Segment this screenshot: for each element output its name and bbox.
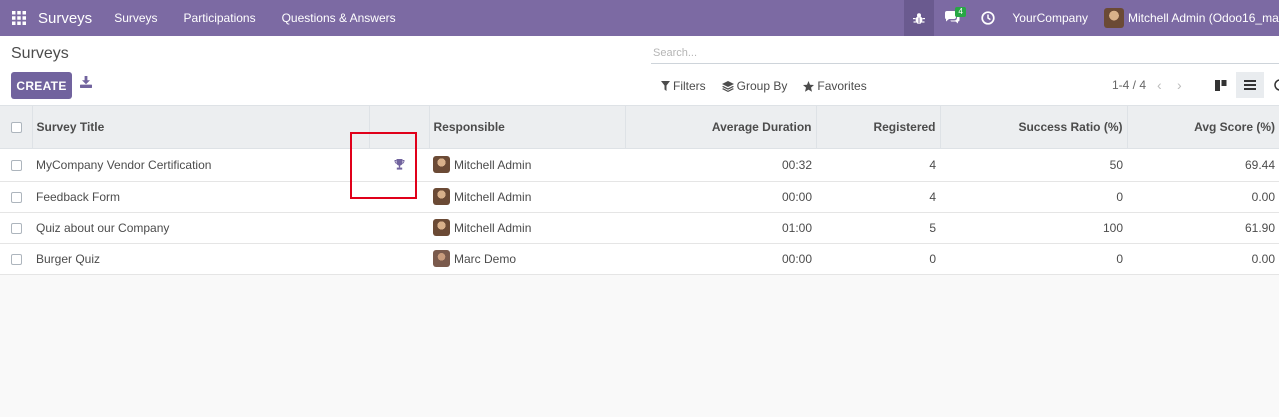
survey-title[interactable]: Quiz about our Company [32, 212, 369, 243]
responsible-avatar [433, 250, 450, 267]
groupby-button[interactable]: Group By [721, 79, 788, 93]
responsible-name: Mitchell Admin [454, 157, 532, 172]
table-row[interactable]: Quiz about our Company Mitchell Admin 01… [0, 212, 1279, 243]
favorites-button[interactable]: Favorites [803, 79, 867, 93]
certification-cell [369, 181, 429, 212]
table-row[interactable]: MyCompany Vendor Certification Mitchell … [0, 148, 1279, 181]
row-checkbox[interactable] [11, 159, 22, 171]
bug-icon[interactable] [904, 0, 935, 36]
success-ratio: 0 [1116, 189, 1123, 204]
survey-title[interactable]: MyCompany Vendor Certification [32, 148, 369, 181]
registered-count: 5 [929, 220, 936, 235]
control-panel: Surveys CREATE Filters Group By Favorite… [0, 36, 1279, 106]
registered-count: 4 [929, 189, 936, 204]
responsible-cell: Mitchell Admin [429, 212, 625, 243]
message-count-badge: 4 [955, 7, 966, 17]
menu-participations[interactable]: Participations [184, 11, 256, 25]
filter-icon [661, 81, 670, 91]
registered-count: 4 [929, 157, 936, 172]
avg-score: 69.44 [1244, 157, 1275, 172]
certification-cell [369, 212, 429, 243]
survey-title[interactable]: Burger Quiz [32, 243, 369, 274]
company-switcher[interactable]: YourCompany [1012, 11, 1088, 25]
clock-icon[interactable] [970, 0, 1006, 36]
table-row[interactable]: Burger Quiz Marc Demo 00:00 0 0 0.00 [0, 243, 1279, 274]
apps-grid-icon[interactable] [0, 0, 38, 36]
average-duration: 01:00 [781, 220, 812, 235]
row-checkbox[interactable] [11, 253, 22, 265]
select-all-cell [0, 106, 33, 149]
top-navbar: Surveys Surveys Participations Questions… [0, 0, 1279, 36]
trophy-icon [393, 159, 405, 170]
menu-questions-answers[interactable]: Questions & Answers [282, 11, 396, 25]
favorites-label: Favorites [817, 79, 867, 93]
registered-count: 0 [929, 251, 936, 266]
responsible-name: Mitchell Admin [454, 220, 532, 235]
pager-value[interactable]: 1-4 / 4 [1112, 78, 1146, 92]
app-brand[interactable]: Surveys [38, 10, 92, 27]
create-button[interactable]: CREATE [11, 72, 72, 99]
page-title: Surveys [11, 45, 69, 62]
user-name: Mitchell Admin (Odoo16_ma [1128, 11, 1279, 25]
chat-icon[interactable]: 4 [934, 0, 970, 36]
menu-surveys[interactable]: Surveys [114, 11, 157, 25]
activity-view-icon[interactable] [1266, 72, 1279, 98]
table-header: Survey Title Responsible Average Duratio… [0, 106, 1279, 149]
kanban-view-icon[interactable] [1207, 72, 1235, 98]
survey-title[interactable]: Feedback Form [32, 181, 369, 212]
surveys-table: Survey Title Responsible Average Duratio… [0, 106, 1279, 275]
average-duration: 00:00 [781, 251, 812, 266]
responsible-cell: Marc Demo [429, 243, 625, 274]
search-options: Filters Group By Favorites [661, 79, 883, 93]
list-view-icon[interactable] [1236, 72, 1264, 98]
responsible-name: Marc Demo [454, 251, 517, 266]
column-avg-score[interactable]: Avg Score (%) [1127, 106, 1279, 149]
user-menu[interactable]: Mitchell Admin (Odoo16_ma [1104, 8, 1279, 28]
row-select-cell [0, 212, 32, 243]
star-icon [803, 80, 815, 92]
column-average-duration[interactable]: Average Duration [625, 106, 817, 149]
column-responsible[interactable]: Responsible [429, 106, 626, 149]
row-select-cell [0, 243, 32, 274]
row-checkbox[interactable] [11, 191, 22, 203]
groupby-label: Group By [736, 79, 788, 93]
row-checkbox[interactable] [11, 222, 22, 234]
pager-previous-icon[interactable]: ‹ [1157, 77, 1162, 93]
column-certification [369, 106, 430, 149]
responsible-name: Mitchell Admin [454, 189, 532, 204]
avg-score: 61.90 [1244, 220, 1275, 235]
responsible-cell: Mitchell Admin [429, 181, 625, 212]
filters-button[interactable]: Filters [661, 79, 706, 93]
responsible-avatar [433, 219, 450, 236]
success-ratio: 100 [1102, 220, 1123, 235]
average-duration: 00:00 [781, 189, 812, 204]
column-registered[interactable]: Registered [816, 106, 941, 149]
responsible-avatar [433, 188, 450, 205]
responsible-cell: Mitchell Admin [429, 148, 625, 181]
download-icon[interactable] [80, 76, 94, 90]
column-survey-title[interactable]: Survey Title [32, 106, 370, 149]
success-ratio: 50 [1109, 157, 1123, 172]
filters-label: Filters [673, 79, 706, 93]
avg-score: 0.00 [1251, 251, 1275, 266]
success-ratio: 0 [1116, 251, 1123, 266]
user-avatar [1104, 8, 1124, 28]
avg-score: 0.00 [1251, 189, 1275, 204]
row-select-cell [0, 148, 32, 181]
certification-cell [369, 148, 429, 181]
responsible-avatar [433, 156, 450, 173]
certification-cell [369, 243, 429, 274]
layers-icon [721, 80, 734, 92]
column-success-ratio[interactable]: Success Ratio (%) [940, 106, 1128, 149]
table-row[interactable]: Feedback Form Mitchell Admin 00:00 4 0 0… [0, 181, 1279, 212]
row-select-cell [0, 181, 32, 212]
select-all-checkbox[interactable] [11, 122, 22, 134]
average-duration: 00:32 [781, 157, 812, 172]
pager-next-icon[interactable]: › [1177, 77, 1182, 93]
search-input[interactable] [651, 42, 1279, 64]
navbar-systray: 4 YourCompany Mitchell Admin (Odoo16_ma [904, 0, 1279, 36]
